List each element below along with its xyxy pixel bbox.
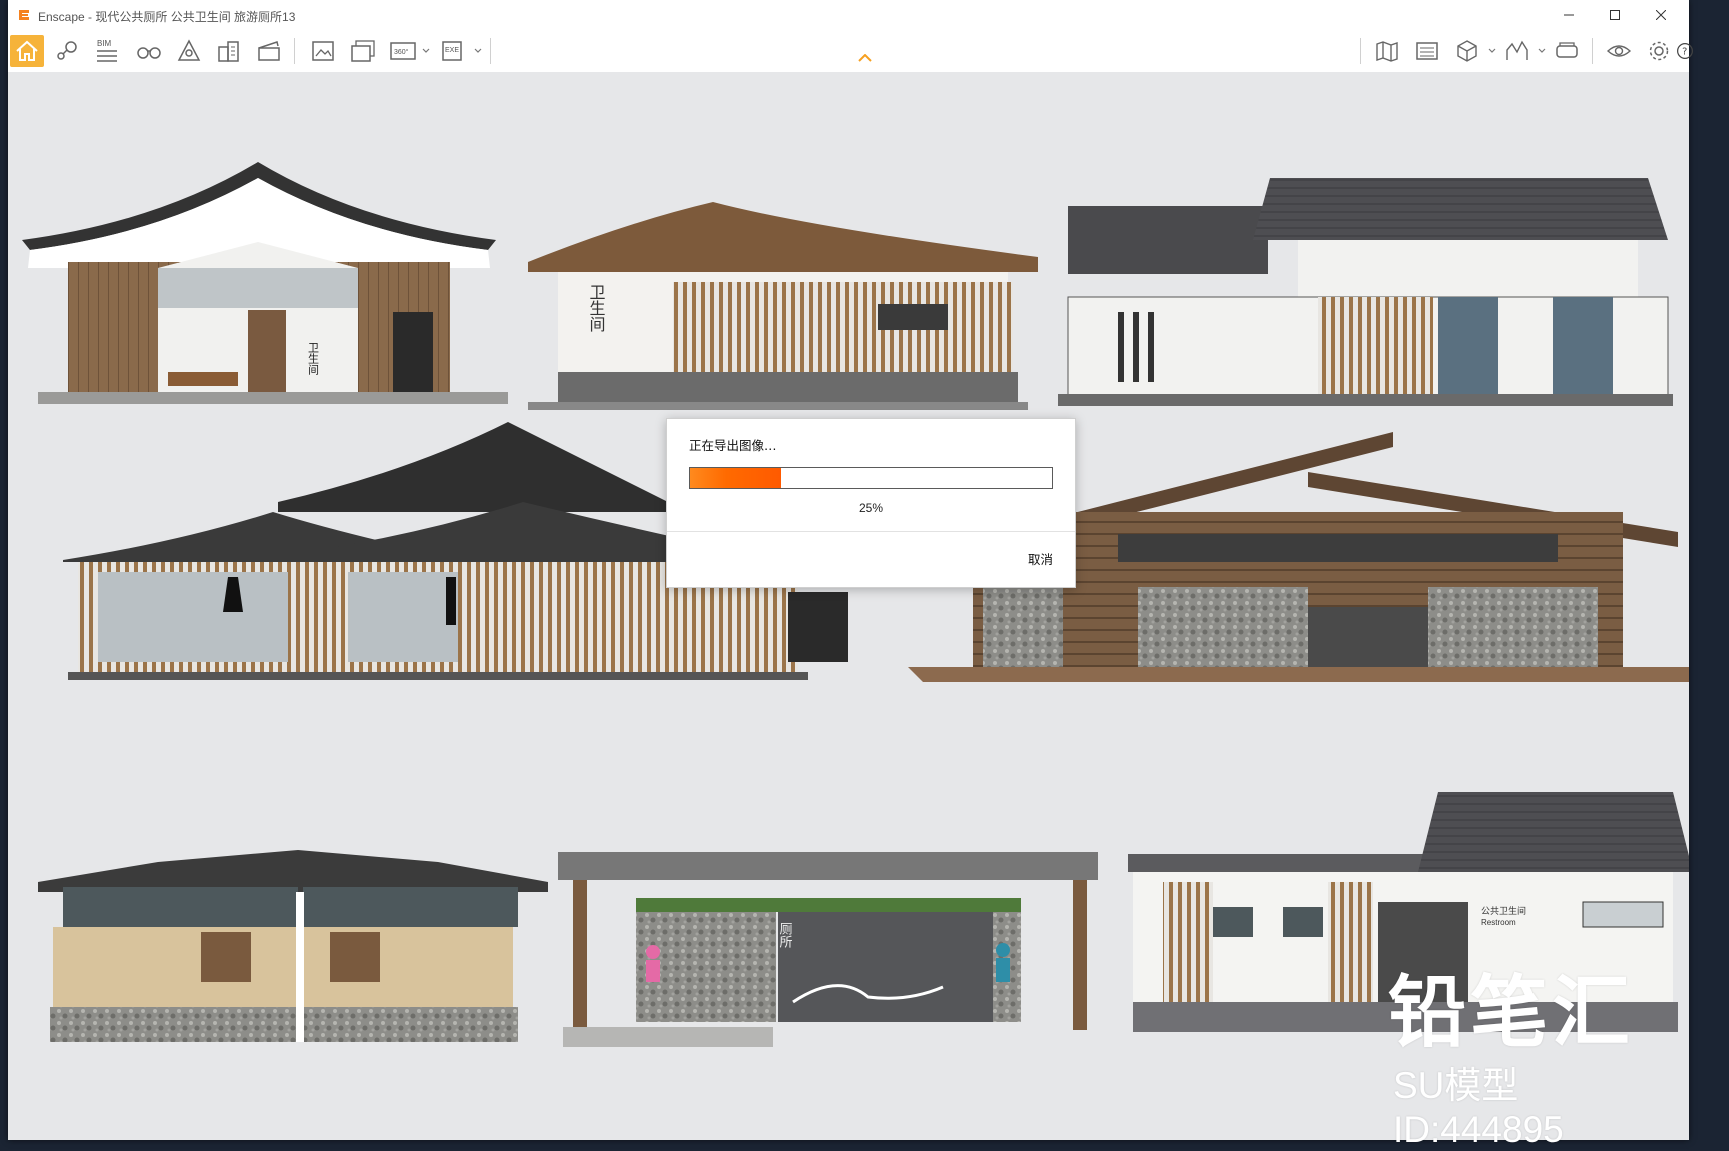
home-button[interactable] [10, 35, 44, 67]
vr-headset-icon [1556, 42, 1578, 58]
building-7: 厕所 [558, 852, 1098, 1047]
enscape-window: Enscape - 现代公共厕所 公共卫生间 旅游厕所13 BIM 360° E… [8, 0, 1693, 1150]
svg-text:卫生间: 卫生间 [307, 342, 320, 376]
buildings-button[interactable] [212, 35, 246, 67]
svg-text:卫生间: 卫生间 [587, 284, 606, 333]
screenshot-icon [312, 41, 334, 61]
dialog-title: 正在导出图像… [689, 438, 777, 453]
building-2: 卫生间 [528, 202, 1038, 410]
help-button[interactable]: ? [1676, 35, 1694, 67]
exe-export-button[interactable]: EXE [436, 35, 470, 67]
enscape-logo-icon [19, 10, 29, 20]
map-button[interactable] [1370, 35, 1404, 67]
building-6 [38, 850, 548, 1042]
close-button[interactable] [1638, 0, 1684, 30]
location-icon [57, 41, 77, 60]
settings-button[interactable] [1642, 35, 1676, 67]
svg-text:EXE: EXE [445, 47, 459, 54]
window-title: Enscape - 现代公共厕所 公共卫生间 旅游厕所13 [38, 10, 296, 24]
building-1: 卫生间 [22, 162, 508, 404]
progress-fill [690, 468, 781, 488]
panorama-icon: 360° [390, 42, 416, 60]
chevron-down-icon[interactable] [422, 48, 430, 54]
material-editor-button[interactable] [1410, 35, 1444, 67]
binoculars-button[interactable] [132, 35, 166, 67]
chevron-down-icon[interactable] [474, 48, 482, 54]
visibility-icon [1606, 45, 1632, 57]
exe-export-icon: EXE [442, 41, 462, 61]
vr-headset-button[interactable] [1550, 35, 1584, 67]
visibility-button[interactable] [1602, 35, 1636, 67]
title-bar: Enscape - 现代公共厕所 公共卫生间 旅游厕所13 [8, 0, 1689, 30]
video-editor-button[interactable] [252, 35, 286, 67]
screenshot-button[interactable] [306, 35, 340, 67]
home-icon [16, 40, 38, 61]
bim-icon: BIM [97, 39, 117, 62]
panorama-button[interactable]: 360° [386, 35, 420, 67]
svg-text:公共卫生间: 公共卫生间 [1481, 905, 1526, 917]
svg-text:Restroom: Restroom [1481, 918, 1516, 927]
svg-text:厕所: 厕所 [777, 922, 793, 948]
minimize-button[interactable] [1546, 0, 1592, 30]
cancel-button[interactable]: 取消 [1028, 549, 1053, 568]
chevron-up-icon[interactable] [858, 54, 872, 62]
chevron-down-icon[interactable] [1488, 48, 1496, 54]
dialog-divider [667, 531, 1075, 532]
export-progress-dialog: 正在导出图像… 25% 取消 [666, 418, 1076, 588]
maximize-icon [1610, 10, 1620, 20]
location-button[interactable] [50, 35, 84, 67]
batch-render-button[interactable] [346, 35, 380, 67]
toolbar-divider [1592, 38, 1593, 64]
svg-text:BIM: BIM [97, 39, 112, 48]
toolbar-divider [1360, 38, 1361, 64]
maximize-button[interactable] [1592, 0, 1638, 30]
export-progress-bar [689, 467, 1053, 489]
material-editor-icon [1416, 42, 1438, 60]
progress-percent: 25% [858, 501, 884, 515]
help-icon: ? [1677, 43, 1693, 59]
settings-icon [1649, 41, 1669, 61]
batch-render-icon [351, 40, 375, 62]
atmosphere-icon [1506, 40, 1528, 60]
cube-button[interactable] [1450, 35, 1484, 67]
binoculars-icon [137, 47, 161, 59]
atmosphere-button[interactable] [1500, 35, 1534, 67]
chevron-down-icon[interactable] [1538, 48, 1546, 54]
cube-icon [1457, 40, 1477, 62]
asset-library-button[interactable] [172, 35, 206, 67]
toolbar: BIM 360° EXE ? [8, 30, 1693, 73]
asset-icon [177, 39, 201, 61]
minimize-icon [1564, 14, 1574, 16]
toolbar-divider [294, 38, 295, 64]
map-icon [1376, 41, 1398, 62]
bim-button[interactable]: BIM [90, 35, 124, 67]
watermark-model-id: SU模型ID:444895 [1393, 1065, 1564, 1150]
svg-text:?: ? [1682, 47, 1687, 58]
close-icon [1656, 10, 1666, 20]
building-3 [1058, 178, 1673, 406]
toolbar-divider [490, 38, 491, 64]
buildings-icon [218, 41, 239, 62]
svg-text:360°: 360° [394, 48, 409, 56]
watermark-brand: 铅笔汇 [1388, 968, 1635, 1058]
video-editor-icon [258, 41, 280, 61]
